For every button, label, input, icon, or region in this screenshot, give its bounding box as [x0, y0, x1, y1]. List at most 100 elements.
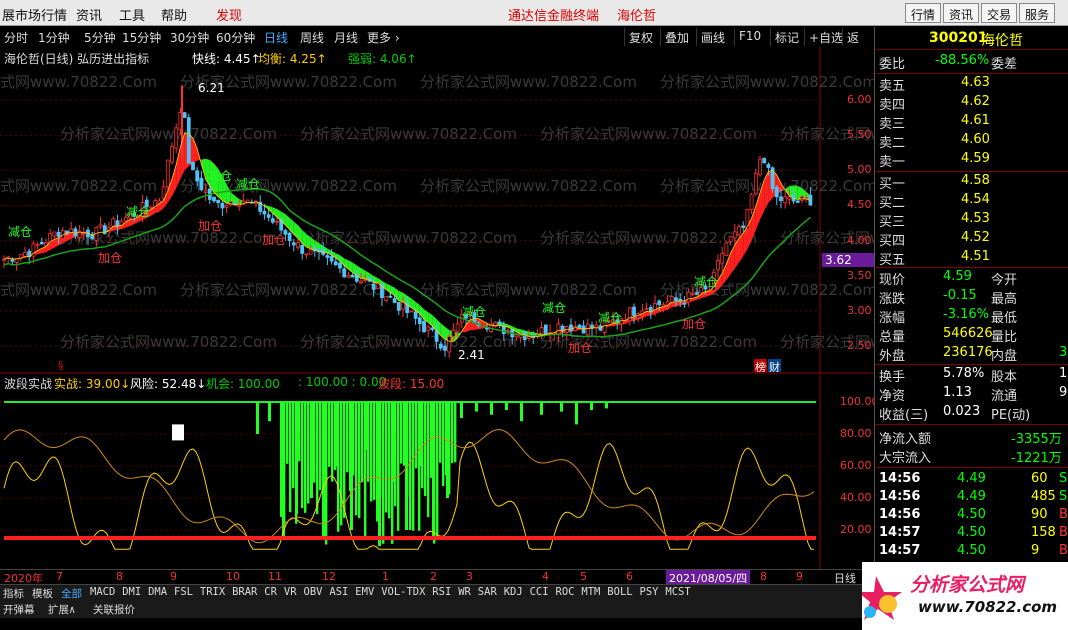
period-1min[interactable]: 1分钟 — [38, 29, 70, 46]
flow-value: -3355万 — [1011, 432, 1062, 447]
indicator-bar — [307, 402, 310, 504]
indicator-tab-全部[interactable]: 全部 — [61, 586, 82, 601]
indicator-tab-macd[interactable]: MACD — [90, 586, 115, 598]
date-label: 11 — [268, 570, 282, 583]
indicator-tab-fsl[interactable]: FSL — [174, 586, 193, 598]
period-weekly[interactable]: 周线 — [300, 29, 324, 46]
indicator-bar — [446, 402, 449, 498]
indicator-tab-kdj[interactable]: KDJ — [504, 586, 523, 598]
candle-body — [695, 292, 699, 295]
period-30min[interactable]: 30分钟 — [170, 29, 209, 46]
indicator-bar — [475, 402, 478, 412]
main-kline-chart[interactable]: 分析家公式网www.70822.Com 分析家公式网www.70822.Com 分析… — [0, 47, 997, 375]
indicator-tab-mcst[interactable]: MCST — [665, 586, 690, 598]
indicator-bar — [268, 402, 271, 422]
indicator-tab-mtm[interactable]: MTM — [581, 586, 600, 598]
tool-overlay[interactable]: 叠加 — [660, 28, 693, 46]
period-15min[interactable]: 15分钟 — [122, 29, 161, 46]
y-tick-label: 3.50 — [847, 268, 872, 282]
flow-row: 净流入额 -3355万 — [879, 428, 1067, 447]
indicator-bar — [415, 402, 418, 469]
indicator-tab-rsi[interactable]: RSI — [432, 586, 451, 598]
indicator-tab-vol-tdx[interactable]: VOL-TDX — [381, 586, 425, 598]
candle-body — [262, 210, 267, 215]
indicator-tab-roc[interactable]: ROC — [556, 586, 575, 598]
indicator-bar — [520, 402, 523, 422]
candle-body — [577, 324, 582, 329]
indicator-tab-trix[interactable]: TRIX — [200, 586, 225, 598]
tool-add-watchlist[interactable]: +自选 — [804, 28, 847, 46]
period-intraday[interactable]: 分时 — [4, 29, 28, 46]
signal-add: 加仓 — [98, 251, 123, 265]
menu-help[interactable]: 帮助 — [161, 5, 187, 24]
indicator-tab-emv[interactable]: EMV — [355, 586, 374, 598]
indicator-tab-brar[interactable]: BRAR — [232, 586, 257, 598]
candle-body — [581, 325, 586, 334]
buy-row: 买二 4.54 — [879, 192, 1067, 211]
period-more[interactable]: 更多 › — [367, 29, 400, 46]
candle-body — [783, 196, 788, 204]
indicator-tab-boll[interactable]: BOLL — [607, 586, 632, 598]
candle-body — [52, 231, 57, 237]
indicator-tab-dma[interactable]: DMA — [148, 586, 167, 598]
ext-tab[interactable]: 扩展∧ — [48, 602, 75, 617]
candle-body — [506, 329, 510, 332]
watermark-text: 分析家公式网www.70822.Com — [420, 281, 637, 299]
indicator-tab-vr[interactable]: VR — [284, 586, 297, 598]
candle-body — [732, 231, 737, 239]
candle-body — [527, 336, 531, 339]
ext-tab[interactable]: 关联报价 — [93, 602, 135, 617]
indicator-tab-cci[interactable]: CCI — [530, 586, 549, 598]
fengxian-label: 风险: 52.48↓ — [130, 377, 207, 391]
indicator-bar — [310, 402, 313, 498]
period-5min[interactable]: 5分钟 — [84, 29, 116, 46]
btn-service[interactable]: 服务 — [1019, 3, 1056, 23]
period-monthly[interactable]: 月线 — [334, 29, 358, 46]
low-price-label: 2.41 — [458, 348, 485, 362]
period-daily[interactable]: 日线 — [264, 29, 288, 46]
indicator-tab-wr[interactable]: WR — [458, 586, 471, 598]
candle-body — [632, 306, 636, 317]
candle-body — [741, 225, 746, 228]
period-60min[interactable]: 60分钟 — [216, 29, 255, 46]
candle-body — [451, 329, 456, 337]
date-label: 12 — [322, 570, 336, 583]
indicator-bar — [424, 402, 427, 497]
y-tick-label: 3.00 — [847, 303, 872, 317]
tool-f10[interactable]: F10 — [734, 28, 765, 46]
candle-body — [443, 345, 447, 351]
sub-indicator-chart[interactable]: 波段实战 实战: 39.00↓ 风险: 52.48↓ 机会: 100.00 : … — [0, 372, 879, 569]
indicator-tab-sar[interactable]: SAR — [478, 586, 497, 598]
signal-add: 加仓 — [682, 317, 707, 331]
tool-draw[interactable]: 画线 — [696, 28, 729, 46]
menu-discover[interactable]: 发现 — [216, 5, 242, 24]
tool-mark[interactable]: 标记 — [770, 28, 803, 46]
candle-body — [455, 323, 460, 332]
buy-price: 4.52 — [961, 230, 990, 245]
indicator-tab-模板[interactable]: 模板 — [32, 586, 53, 601]
stat-row: 净资 1.13 流通 9 — [879, 385, 1067, 404]
sell-price: 4.63 — [961, 75, 990, 90]
candle-body — [300, 245, 305, 254]
indicator-bar — [346, 402, 349, 473]
indicator-tab-cr[interactable]: CR — [264, 586, 277, 598]
menu-tools[interactable]: 工具 — [119, 5, 145, 24]
indicator-tab-dmi[interactable]: DMI — [122, 586, 141, 598]
candle-body — [350, 274, 355, 278]
indicator-tab-asi[interactable]: ASI — [329, 586, 348, 598]
btn-trade[interactable]: 交易 — [981, 3, 1018, 23]
tool-back[interactable]: 返回 — [842, 28, 874, 62]
menu-news[interactable]: 资讯 — [76, 5, 102, 24]
indicator-bar — [460, 402, 463, 418]
indicator-tab-psy[interactable]: PSY — [640, 586, 659, 598]
menu-market[interactable]: 展市场行情 — [2, 5, 67, 24]
candle-body — [342, 268, 347, 278]
indicator-tab-指标[interactable]: 指标 — [3, 586, 24, 601]
btn-quotes[interactable]: 行情 — [905, 3, 942, 23]
indicator-tab-obv[interactable]: OBV — [304, 586, 323, 598]
btn-info[interactable]: 资讯 — [943, 3, 980, 23]
tick-qty: 9 — [1031, 543, 1040, 558]
indicator-bar — [365, 402, 368, 450]
tool-restore-right[interactable]: 复权 — [624, 28, 657, 46]
ext-tab[interactable]: 开弹幕 — [3, 602, 35, 617]
